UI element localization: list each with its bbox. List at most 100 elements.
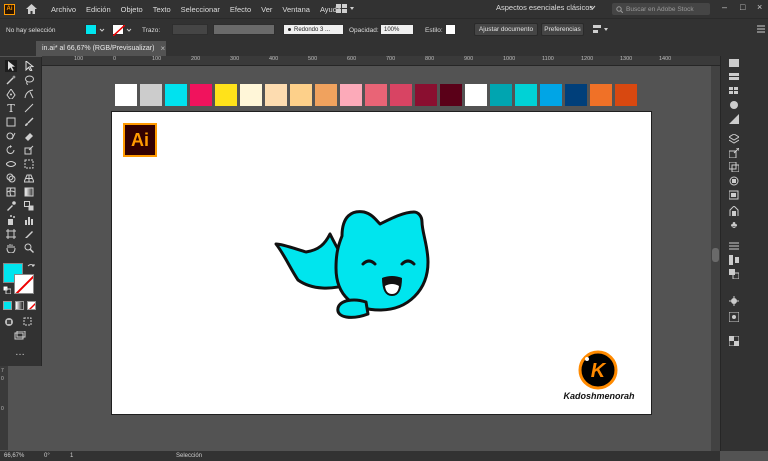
brush-definition-select[interactable]: Redondo 3 ... [283, 24, 344, 35]
color-swatch[interactable] [290, 84, 312, 106]
chevron-down-icon[interactable] [99, 27, 105, 33]
close-icon[interactable]: × [160, 44, 165, 53]
mesh-tool-icon[interactable] [5, 186, 17, 198]
color-swatch[interactable] [565, 84, 587, 106]
menu-ventana[interactable]: Ventana [282, 5, 310, 14]
zoom-tool-icon[interactable] [23, 242, 35, 254]
export-panel-icon[interactable] [728, 148, 740, 158]
appearance-panel-icon[interactable] [728, 296, 740, 306]
scrollbar-thumb[interactable] [712, 248, 719, 262]
properties-panel-icon[interactable] [728, 241, 740, 251]
hand-tool-icon[interactable] [5, 242, 17, 254]
links-panel-icon[interactable] [728, 176, 740, 186]
adjust-document-button[interactable]: Ajustar documento [474, 23, 538, 36]
lasso-tool-icon[interactable] [23, 74, 35, 86]
selection-tool-icon[interactable] [5, 60, 17, 72]
libraries-panel-icon[interactable] [728, 206, 740, 216]
draw-behind-icon[interactable] [23, 317, 33, 329]
stroke-weight-input[interactable] [172, 24, 208, 35]
magic-wand-tool-icon[interactable] [5, 74, 17, 86]
menu-efecto[interactable]: Efecto [230, 5, 251, 14]
color-swatch[interactable] [190, 84, 212, 106]
scale-tool-icon[interactable] [23, 144, 35, 156]
none-mode-icon[interactable] [27, 301, 36, 310]
maximize-button[interactable]: □ [740, 2, 745, 12]
symbol-sprayer-tool-icon[interactable] [5, 214, 17, 226]
menu-seleccionar[interactable]: Seleccionar [181, 5, 220, 14]
color-swatch[interactable] [515, 84, 537, 106]
shaper-tool-icon[interactable] [5, 130, 17, 142]
color-swatch[interactable] [340, 84, 362, 106]
document-tab[interactable]: in.ai* al 66,67% (RGB/Previsualizar) × [36, 41, 166, 56]
gradient-tool-icon[interactable] [23, 186, 35, 198]
layers-panel-icon[interactable] [728, 190, 740, 200]
vertical-scrollbar[interactable] [711, 66, 720, 452]
menu-texto[interactable]: Texto [153, 5, 171, 14]
curvature-tool-icon[interactable] [23, 88, 35, 100]
rotation-angle[interactable]: 0° [44, 453, 50, 459]
swap-fill-stroke-icon[interactable] [27, 263, 35, 271]
default-fill-stroke-icon[interactable] [2, 285, 12, 295]
zoom-level[interactable]: 66,67% [4, 453, 24, 459]
eyedropper-tool-icon[interactable] [5, 200, 17, 212]
draw-mode-icon[interactable] [4, 317, 14, 329]
artboard-number[interactable]: 1 [70, 453, 73, 459]
color-swatch[interactable] [590, 84, 612, 106]
align-icon[interactable] [592, 24, 608, 35]
color-panel-icon[interactable] [728, 58, 740, 68]
color-swatch[interactable] [465, 84, 487, 106]
eraser-tool-icon[interactable] [23, 130, 35, 142]
minimize-button[interactable]: – [722, 2, 727, 12]
slice-tool-icon[interactable] [23, 228, 35, 240]
color-swatch[interactable] [490, 84, 512, 106]
graphic-style-swatch[interactable] [445, 24, 456, 35]
opacity-input[interactable]: 100% [380, 24, 414, 35]
transparency-panel-icon[interactable] [728, 336, 740, 346]
chevron-down-icon[interactable] [589, 4, 596, 13]
panel-menu-icon[interactable] [757, 25, 765, 33]
free-transform-tool-icon[interactable] [23, 158, 35, 170]
menu-edicion[interactable]: Edición [86, 5, 111, 14]
type-tool-icon[interactable]: T [5, 102, 17, 115]
color-swatch[interactable] [440, 84, 462, 106]
artboards-panel-icon[interactable] [728, 162, 740, 172]
color-swatch[interactable] [240, 84, 262, 106]
stroke-color[interactable] [14, 274, 34, 294]
color-swatch[interactable] [215, 84, 237, 106]
column-graph-tool-icon[interactable] [23, 214, 35, 226]
line-tool-icon[interactable] [23, 102, 35, 114]
arrange-documents-icon[interactable] [336, 3, 354, 16]
swatches-panel-icon[interactable] [728, 86, 740, 96]
graphic-styles-panel-icon[interactable] [728, 312, 740, 322]
color-swatch[interactable] [615, 84, 637, 106]
color-swatch[interactable] [165, 84, 187, 106]
stroke-color-swatch[interactable] [112, 24, 126, 37]
menu-archivo[interactable]: Archivo [51, 5, 76, 14]
color-swatch[interactable] [415, 84, 437, 106]
direct-selection-tool-icon[interactable] [23, 60, 35, 72]
brushes-panel-icon[interactable] [728, 100, 740, 110]
stock-search-input[interactable]: Buscar en Adobe Stock [612, 3, 710, 15]
align-panel-icon[interactable] [728, 255, 740, 265]
color-swatch[interactable] [115, 84, 137, 106]
color-swatch[interactable] [390, 84, 412, 106]
width-tool-icon[interactable] [5, 158, 17, 170]
club-symbol-icon[interactable]: ♣ [728, 220, 740, 231]
chevron-down-icon[interactable] [126, 27, 132, 33]
rectangle-tool-icon[interactable] [5, 116, 17, 128]
color-swatch[interactable] [365, 84, 387, 106]
paintbrush-tool-icon[interactable] [23, 116, 35, 128]
variable-width-profile[interactable] [213, 24, 275, 35]
close-window-button[interactable]: × [757, 2, 762, 12]
color-swatch[interactable] [140, 84, 162, 106]
workspace-switcher[interactable]: Aspectos esenciales clásicos [496, 3, 593, 12]
artboard-tool-icon[interactable] [5, 228, 17, 240]
menu-objeto[interactable]: Objeto [121, 5, 143, 14]
fill-color-swatch[interactable] [85, 24, 97, 35]
blend-tool-icon[interactable] [23, 200, 35, 212]
color-swatch[interactable] [265, 84, 287, 106]
rotate-tool-icon[interactable] [5, 144, 17, 156]
color-guide-icon[interactable] [728, 72, 740, 82]
home-icon[interactable] [25, 3, 37, 15]
menu-ver[interactable]: Ver [261, 5, 272, 14]
